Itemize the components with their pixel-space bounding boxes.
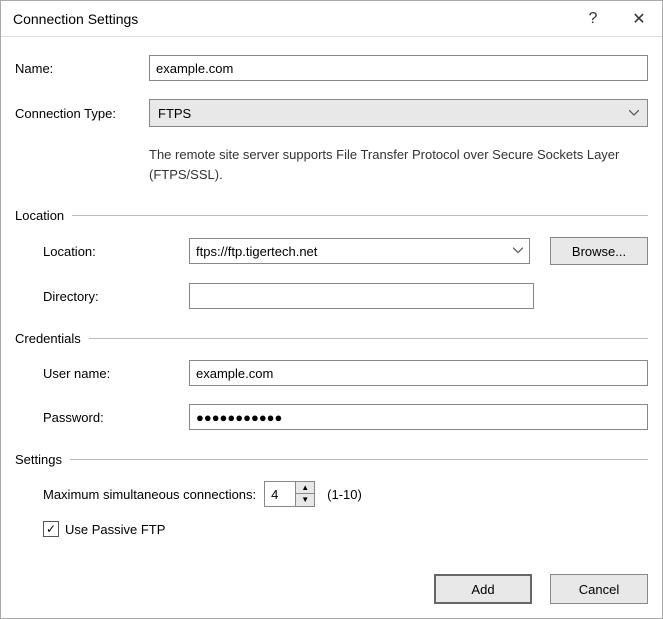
divider [70, 459, 648, 460]
max-connections-label: Maximum simultaneous connections: [43, 487, 256, 502]
username-input[interactable] [189, 360, 648, 386]
password-label: Password: [15, 410, 189, 425]
location-value: ftps://ftp.tigertech.net [196, 244, 317, 259]
spinner-up-button[interactable]: ▲ [296, 482, 314, 494]
chevron-down-icon [629, 107, 639, 119]
dialog-content: Name: Connection Type: FTPS The remote s… [1, 37, 662, 564]
triangle-up-icon: ▲ [301, 484, 309, 492]
max-connections-input[interactable] [264, 481, 296, 507]
connection-type-description: The remote site server supports File Tra… [149, 145, 648, 184]
triangle-down-icon: ▼ [301, 496, 309, 504]
location-label: Location: [15, 244, 189, 259]
settings-group-label: Settings [15, 452, 62, 467]
add-button[interactable]: Add [434, 574, 532, 604]
close-button[interactable]: ✕ [616, 1, 662, 37]
cancel-label: Cancel [579, 582, 619, 597]
chevron-down-icon [513, 246, 523, 257]
titlebar: Connection Settings ? ✕ [1, 1, 662, 37]
browse-label: Browse... [572, 244, 626, 259]
username-label: User name: [15, 366, 189, 381]
connection-type-select[interactable]: FTPS [149, 99, 648, 127]
passive-ftp-checkbox[interactable]: ✓ [43, 521, 59, 537]
name-label: Name: [15, 61, 149, 76]
settings-group-header: Settings [15, 452, 648, 467]
credentials-group-header: Credentials [15, 331, 648, 346]
dialog-footer: Add Cancel [1, 564, 662, 618]
passive-ftp-label: Use Passive FTP [65, 522, 165, 537]
name-input[interactable] [149, 55, 648, 81]
window-title: Connection Settings [13, 11, 570, 27]
max-connections-range: (1-10) [327, 487, 362, 502]
browse-button[interactable]: Browse... [550, 237, 648, 265]
divider [72, 215, 648, 216]
help-icon: ? [589, 10, 598, 28]
add-label: Add [471, 582, 494, 597]
cancel-button[interactable]: Cancel [550, 574, 648, 604]
directory-input[interactable] [189, 283, 534, 309]
location-group-label: Location [15, 208, 64, 223]
divider [89, 338, 648, 339]
close-icon: ✕ [632, 9, 645, 29]
directory-label: Directory: [15, 289, 189, 304]
connection-type-label: Connection Type: [15, 106, 149, 121]
spinner-down-button[interactable]: ▼ [296, 494, 314, 506]
max-connections-spinner: ▲ ▼ [264, 481, 315, 507]
check-icon: ✓ [46, 523, 56, 535]
credentials-group-label: Credentials [15, 331, 81, 346]
help-button[interactable]: ? [570, 1, 616, 37]
password-input[interactable] [189, 404, 648, 430]
connection-type-value: FTPS [158, 106, 191, 121]
location-combobox[interactable]: ftps://ftp.tigertech.net [189, 238, 530, 264]
location-group-header: Location [15, 208, 648, 223]
